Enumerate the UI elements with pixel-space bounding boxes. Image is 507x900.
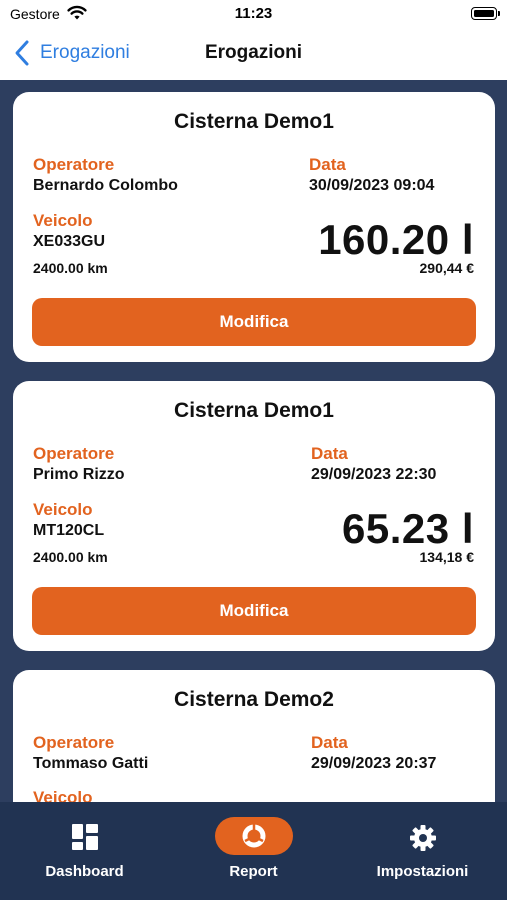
tab-dashboard-label: Dashboard bbox=[45, 863, 124, 880]
date-value: 29/09/2023 22:30 bbox=[311, 466, 437, 483]
tab-settings-label: Impostazioni bbox=[376, 863, 469, 880]
liters-amount: 160.20 l bbox=[318, 216, 474, 263]
dispensing-list[interactable]: Cisterna Demo1 Operatore Bernardo Colomb… bbox=[0, 80, 507, 802]
vehicle-label: Veicolo bbox=[33, 500, 93, 519]
vehicle-label: Veicolo bbox=[33, 788, 93, 802]
edit-button[interactable]: Modifica bbox=[32, 587, 476, 635]
card-title: Cisterna Demo1 bbox=[174, 399, 334, 422]
dispensing-card: Cisterna Demo1 Operatore Bernardo Colomb… bbox=[13, 92, 495, 362]
price-amount: 134,18 € bbox=[419, 549, 475, 565]
tab-dashboard[interactable]: Dashboard bbox=[0, 802, 169, 900]
card-title: Cisterna Demo2 bbox=[174, 688, 334, 711]
operator-label: Operatore bbox=[33, 733, 115, 752]
tab-bar: Dashboard Report Impostazioni bbox=[0, 802, 507, 900]
date-label: Data bbox=[311, 733, 348, 752]
date-label: Data bbox=[309, 155, 346, 174]
dashboard-grid-icon bbox=[71, 824, 98, 850]
tab-report[interactable]: Report bbox=[169, 802, 338, 900]
operator-value: Bernardo Colombo bbox=[33, 177, 178, 194]
dispensing-card: Cisterna Demo1 Operatore Primo Rizzo Dat… bbox=[13, 381, 495, 651]
date-label: Data bbox=[311, 444, 348, 463]
dispensing-card: Cisterna Demo2 Operatore Tommaso Gatti D… bbox=[13, 670, 495, 802]
vehicle-km: 2400.00 km bbox=[33, 260, 108, 276]
battery-icon bbox=[471, 7, 500, 20]
report-pie-icon bbox=[242, 824, 265, 848]
price-amount: 290,44 € bbox=[419, 260, 475, 276]
date-value: 29/09/2023 20:37 bbox=[311, 755, 437, 772]
tab-settings[interactable]: Impostazioni bbox=[338, 802, 507, 900]
liters-amount: 65.23 l bbox=[342, 505, 474, 552]
vehicle-label: Veicolo bbox=[33, 211, 93, 230]
edit-button[interactable]: Modifica bbox=[32, 298, 476, 346]
settings-gear-icon bbox=[409, 825, 436, 851]
navigation-bar: Erogazioni Erogazioni bbox=[0, 28, 507, 81]
operator-value: Tommaso Gatti bbox=[33, 755, 149, 772]
vehicle-plate: MT120CL bbox=[33, 522, 105, 539]
vehicle-plate: XE033GU bbox=[33, 233, 106, 250]
status-bar: Gestore 11:23 bbox=[0, 0, 507, 28]
date-value: 30/09/2023 09:04 bbox=[309, 177, 435, 194]
vehicle-km: 2400.00 km bbox=[33, 549, 108, 565]
status-time: 11:23 bbox=[234, 5, 273, 22]
operator-label: Operatore bbox=[33, 155, 115, 174]
operator-value: Primo Rizzo bbox=[33, 466, 125, 483]
card-title: Cisterna Demo1 bbox=[174, 110, 334, 133]
tab-report-label: Report bbox=[229, 863, 278, 880]
page-title: Erogazioni bbox=[204, 42, 303, 63]
operator-label: Operatore bbox=[33, 444, 115, 463]
